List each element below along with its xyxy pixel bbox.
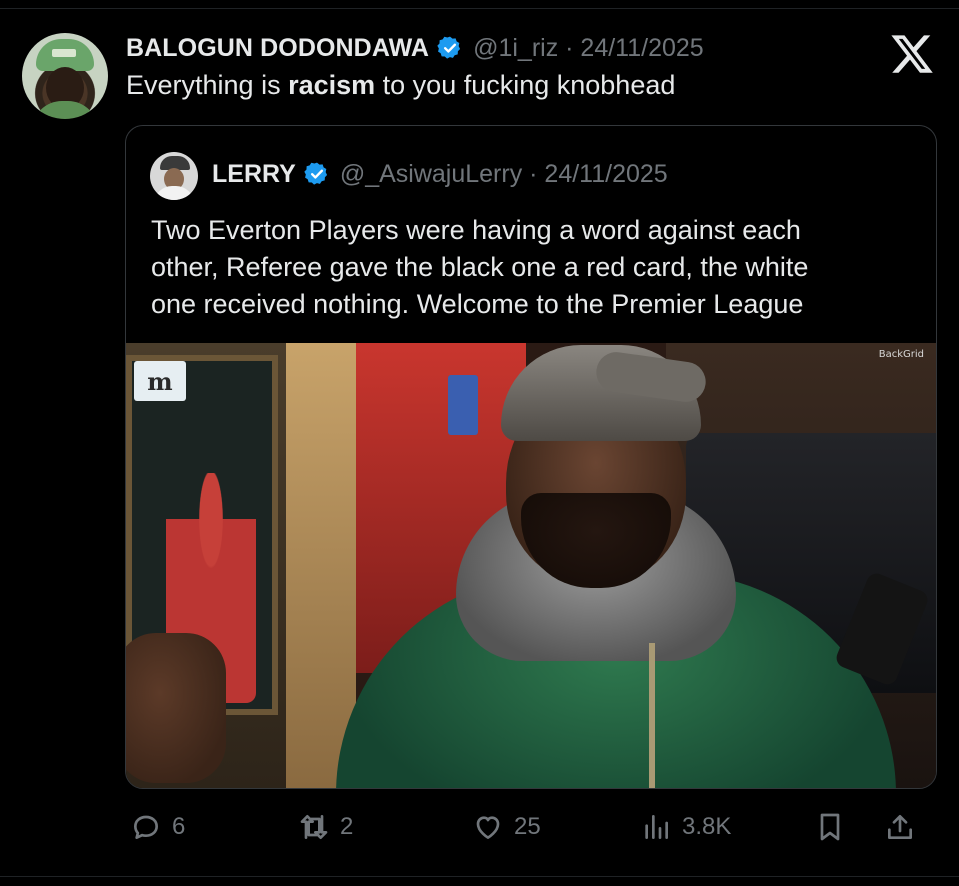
share-icon — [888, 815, 912, 839]
quoted-text-line: Two Everton Players were having a word a… — [151, 215, 801, 245]
like-count: 25 — [514, 813, 541, 840]
verified-badge-icon — [304, 162, 327, 185]
media-jacket-zip — [649, 643, 655, 788]
bottom-divider — [0, 876, 959, 877]
repost-button[interactable]: 2 — [298, 805, 353, 849]
quoted-text-line: other, Referee gave the black one a red … — [151, 252, 809, 282]
reply-count: 6 — [172, 813, 186, 840]
media-blue-sign — [448, 375, 478, 435]
post-text-bold: racism — [288, 70, 376, 100]
top-divider — [0, 8, 959, 9]
avatar-helmet-band — [52, 49, 76, 57]
reply-button[interactable]: 6 — [130, 805, 185, 849]
verified-badge-icon — [437, 36, 461, 59]
repost-count: 2 — [340, 813, 354, 840]
media-pillar — [286, 343, 356, 788]
quoted-author-avatar[interactable] — [150, 152, 198, 200]
quoted-post-card[interactable]: LERRY @_AsiwajuLerry · 24/11/2025 Two Ev… — [125, 125, 937, 789]
post-text-part: to you fucking knobhead — [375, 70, 676, 100]
quoted-text-line: one received nothing. Welcome to the Pre… — [151, 289, 804, 319]
quoted-media-image[interactable]: m BackGrid — [126, 343, 936, 788]
media-watermark: BackGrid — [878, 349, 924, 360]
author-handle-date[interactable]: @1i_riz · 24/11/2025 — [473, 34, 704, 63]
bookmark-icon — [820, 813, 840, 841]
views-icon — [645, 815, 668, 839]
repost-icon — [300, 815, 328, 839]
quoted-author-row: LERRY @_AsiwajuLerry · 24/11/2025 — [212, 157, 668, 191]
media-person-hand — [126, 633, 226, 783]
post-text-part: Everything is — [126, 70, 289, 100]
views-count: 3.8K — [682, 813, 732, 840]
avatar-shirt — [32, 101, 98, 119]
quoted-avatar-robe — [154, 186, 194, 200]
post-text: Everything is racism to you fucking knob… — [126, 70, 675, 101]
author-avatar[interactable] — [22, 33, 108, 119]
like-icon — [476, 816, 500, 839]
quoted-author-name[interactable]: LERRY — [212, 160, 296, 189]
x-logo-icon[interactable] — [889, 31, 935, 77]
author-name[interactable]: BALOGUN DODONDAWA — [126, 34, 429, 63]
share-button[interactable] — [884, 805, 916, 849]
like-button[interactable]: 25 — [472, 805, 541, 849]
media-store-sign: m — [134, 361, 186, 401]
quoted-post-text: Two Everton Players were having a word a… — [151, 212, 921, 323]
reply-icon — [134, 815, 158, 839]
action-bar: 6 2 25 3.8K — [0, 805, 959, 849]
author-row: BALOGUN DODONDAWA @1i_riz · 24/11/2025 — [126, 31, 704, 65]
views-button[interactable]: 3.8K — [640, 805, 731, 849]
bookmark-button[interactable] — [814, 805, 846, 849]
quoted-author-handle-date[interactable]: @_AsiwajuLerry · 24/11/2025 — [340, 160, 668, 189]
